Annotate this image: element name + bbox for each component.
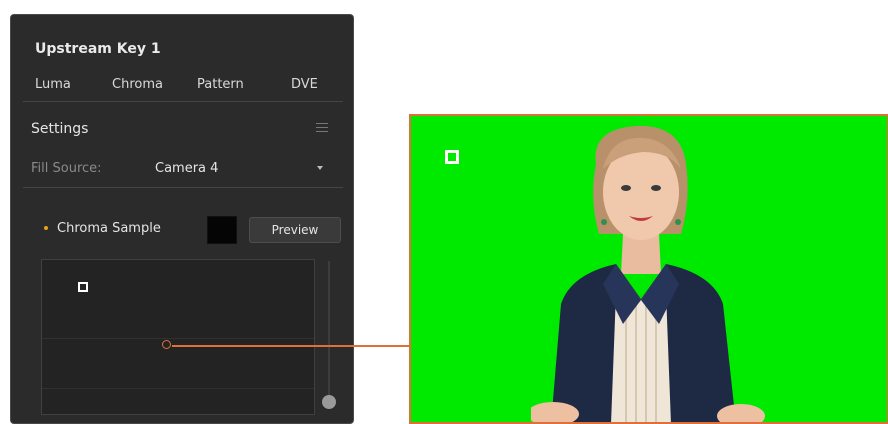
presenter-image <box>531 125 765 422</box>
sample-cursor-icon[interactable] <box>78 282 88 292</box>
chevron-down-icon <box>317 166 323 170</box>
callout-dot-icon <box>162 340 171 349</box>
fill-source-label: Fill Source: <box>31 161 102 176</box>
tab-dve[interactable]: DVE <box>291 77 318 92</box>
upstream-key-panel: Upstream Key 1 Luma Chroma Pattern DVE S… <box>10 14 354 424</box>
panel-title: Upstream Key 1 <box>35 41 161 57</box>
divider <box>23 187 343 188</box>
fill-source-value: Camera 4 <box>155 161 219 176</box>
key-type-tabs: Luma Chroma Pattern DVE <box>11 77 355 97</box>
grid-line <box>42 388 314 389</box>
chroma-sample-swatch[interactable] <box>207 216 237 244</box>
fill-source-select[interactable]: Camera 4 <box>137 155 335 181</box>
green-screen-preview <box>409 114 888 424</box>
tab-chroma[interactable]: Chroma <box>112 77 163 92</box>
grid-line <box>42 338 314 339</box>
sample-size-slider-track[interactable] <box>328 261 330 401</box>
tab-luma[interactable]: Luma <box>35 77 71 92</box>
chroma-sample-area[interactable] <box>41 259 315 415</box>
sample-size-slider-handle[interactable] <box>322 395 336 409</box>
settings-title: Settings <box>31 121 89 137</box>
hamburger-icon[interactable] <box>316 123 328 133</box>
preview-button[interactable]: Preview <box>249 217 341 243</box>
chroma-sample-label: Chroma Sample <box>57 221 161 236</box>
callout-line <box>172 345 410 347</box>
sample-cursor-icon <box>445 150 459 164</box>
tab-pattern[interactable]: Pattern <box>197 77 244 92</box>
divider <box>23 101 343 102</box>
active-indicator-icon <box>44 226 48 230</box>
